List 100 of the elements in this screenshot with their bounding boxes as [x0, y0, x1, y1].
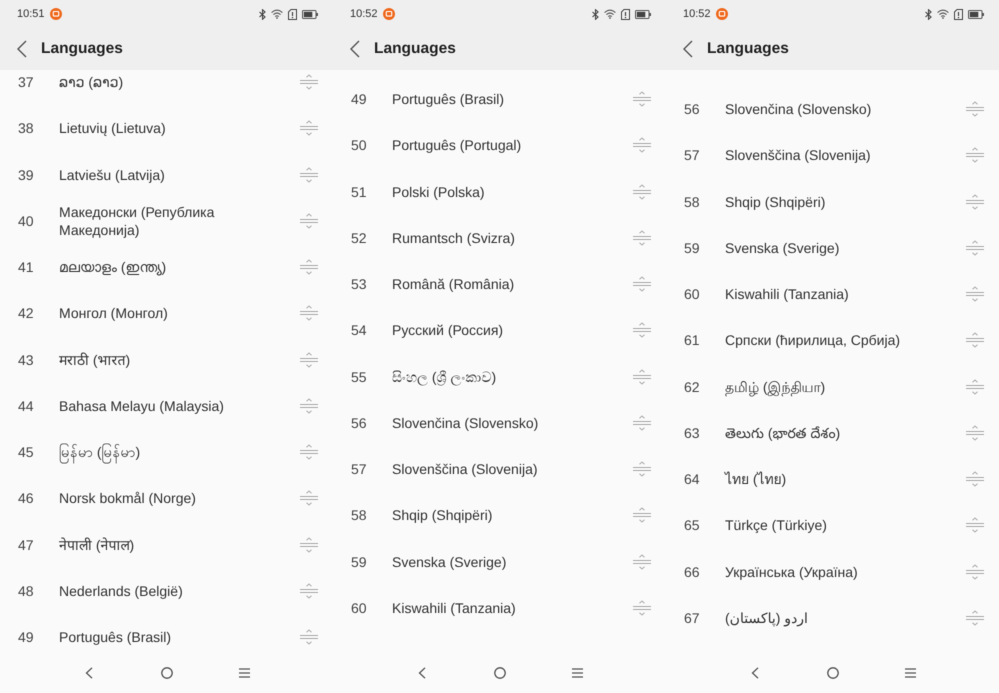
language-name[interactable]: ไทย (ไทย) — [725, 470, 966, 488]
language-name[interactable]: தமிழ் (இந்தியா) — [725, 378, 966, 396]
language-name[interactable]: Slovenčina (Slovensko) — [725, 100, 966, 118]
drag-handle-icon[interactable] — [300, 74, 318, 90]
language-number: 61 — [684, 332, 701, 348]
drag-handle-icon[interactable] — [300, 536, 318, 553]
language-name[interactable]: മലയാളം (ഇന്ത്യ) — [59, 258, 300, 276]
language-name[interactable]: සිංහල (ශ්‍රී ලංකාව) — [392, 368, 633, 386]
drag-handle-icon[interactable] — [633, 507, 651, 524]
drag-handle-icon[interactable] — [966, 147, 984, 164]
language-name[interactable]: नेपाली (नेपाल) — [59, 536, 300, 554]
language-name[interactable]: Монгол (Монгол) — [59, 304, 300, 322]
drag-handle-icon[interactable] — [633, 230, 651, 246]
drag-handle-icon[interactable] — [966, 194, 984, 210]
drag-handle-icon[interactable] — [300, 305, 318, 322]
drag-handle-icon[interactable] — [633, 554, 651, 570]
drag-handle-icon[interactable] — [966, 332, 984, 348]
language-name[interactable]: ລາວ (ລາວ) — [59, 73, 300, 92]
bluetooth-icon — [925, 8, 932, 20]
drag-handle-icon[interactable] — [633, 461, 651, 478]
language-name[interactable]: Українська (Україна) — [725, 562, 966, 581]
drag-handle-icon[interactable] — [633, 600, 651, 616]
language-name[interactable]: Kiswahili (Tanzania) — [725, 285, 966, 304]
language-name[interactable]: తెలుగు (భారత దేశం) — [725, 424, 966, 442]
drag-handle-icon[interactable] — [300, 398, 318, 414]
language-name[interactable]: Shqip (Shqipëri) — [725, 192, 966, 211]
drag-handle-icon[interactable] — [300, 582, 318, 599]
nav-home-button[interactable] — [158, 664, 174, 680]
drag-handle-icon[interactable] — [966, 101, 984, 118]
drag-handle-icon[interactable] — [633, 368, 651, 385]
language-name[interactable]: Português (Portugal) — [392, 136, 633, 154]
language-number: 59 — [684, 240, 701, 256]
drag-handle-icon[interactable] — [300, 352, 318, 368]
drag-handle-icon[interactable] — [633, 322, 651, 338]
drag-handle-icon[interactable] — [300, 212, 318, 229]
language-name[interactable]: Nederlands (België) — [59, 582, 300, 600]
language-name[interactable]: Српски (ћирилица, Србија) — [725, 331, 966, 350]
drag-handle-icon[interactable] — [966, 424, 984, 441]
drag-handle-icon[interactable] — [300, 629, 318, 646]
language-name[interactable]: Македонски (Република Македонија) — [59, 202, 300, 239]
language-name[interactable]: Bahasa Melayu (Malaysia) — [59, 396, 300, 415]
language-number: 40 — [18, 212, 35, 229]
language-name[interactable]: Română (România) — [392, 275, 633, 294]
app-notification-icon — [716, 8, 728, 20]
language-name[interactable]: मराठी (भारत) — [59, 350, 300, 369]
drag-handle-icon[interactable] — [966, 517, 984, 534]
language-number: 49 — [351, 91, 368, 108]
drag-handle-icon[interactable] — [966, 610, 984, 626]
language-name[interactable]: Rumantsch (Svizra) — [392, 228, 633, 247]
home-icon — [160, 666, 172, 678]
language-name[interactable]: မြန်မာ (မြန်မာ) — [59, 443, 300, 462]
menu-icon — [572, 668, 583, 678]
language-number: 62 — [684, 378, 701, 395]
language-name[interactable]: Português (Brasil) — [59, 628, 300, 646]
language-number: 43 — [18, 352, 35, 368]
language-name[interactable]: Русский (Россия) — [392, 321, 633, 340]
language-name[interactable]: Svenska (Sverige) — [725, 238, 966, 257]
back-icon — [418, 666, 426, 678]
drag-handle-icon[interactable] — [966, 378, 984, 395]
drag-handle-icon[interactable] — [633, 91, 651, 108]
status-time: 10:52 — [350, 8, 378, 20]
language-number: 58 — [351, 507, 368, 524]
drag-handle-icon[interactable] — [300, 120, 318, 136]
drag-handle-icon[interactable] — [966, 240, 984, 256]
language-number: 54 — [351, 322, 368, 338]
sim-card-icon — [621, 8, 630, 20]
language-number: 57 — [684, 147, 701, 164]
menu-icon — [905, 668, 916, 678]
drag-handle-icon[interactable] — [966, 564, 984, 580]
battery-icon — [968, 10, 984, 18]
language-number: 47 — [18, 536, 35, 553]
language-name[interactable]: Slovenčina (Slovensko) — [392, 414, 633, 432]
language-name[interactable]: اردو (پاکستان) — [725, 608, 966, 627]
drag-handle-icon[interactable] — [300, 259, 318, 276]
language-name[interactable]: Latviešu (Latvija) — [59, 166, 300, 184]
drag-handle-icon[interactable] — [300, 490, 318, 506]
language-name[interactable]: Norsk bokmål (Norge) — [59, 489, 300, 508]
language-name[interactable]: Türkçe (Türkiye) — [725, 516, 966, 534]
language-name[interactable]: Português (Brasil) — [392, 90, 633, 108]
language-name[interactable]: Slovenščina (Slovenija) — [725, 146, 966, 164]
home-icon — [826, 666, 838, 678]
nav-home-button[interactable] — [492, 664, 508, 680]
drag-handle-icon[interactable] — [633, 276, 651, 292]
language-name[interactable]: Kiswahili (Tanzania) — [392, 598, 633, 617]
language-name[interactable]: Slovenščina (Slovenija) — [392, 460, 633, 478]
drag-handle-icon[interactable] — [633, 414, 651, 431]
page-title: Languages — [41, 40, 123, 58]
drag-handle-icon[interactable] — [966, 471, 984, 488]
nav-home-button[interactable] — [824, 664, 840, 680]
language-name[interactable]: Shqip (Shqipëri) — [392, 506, 633, 524]
language-name[interactable]: Polski (Polska) — [392, 182, 633, 201]
drag-handle-icon[interactable] — [300, 166, 318, 183]
language-name[interactable]: Svenska (Sverige) — [392, 552, 633, 571]
language-name[interactable]: Lietuvių (Lietuva) — [59, 119, 300, 138]
drag-handle-icon[interactable] — [633, 184, 651, 200]
back-icon — [17, 40, 27, 58]
drag-handle-icon[interactable] — [633, 137, 651, 154]
language-number: 65 — [684, 517, 701, 534]
drag-handle-icon[interactable] — [300, 444, 318, 460]
drag-handle-icon[interactable] — [966, 286, 984, 302]
